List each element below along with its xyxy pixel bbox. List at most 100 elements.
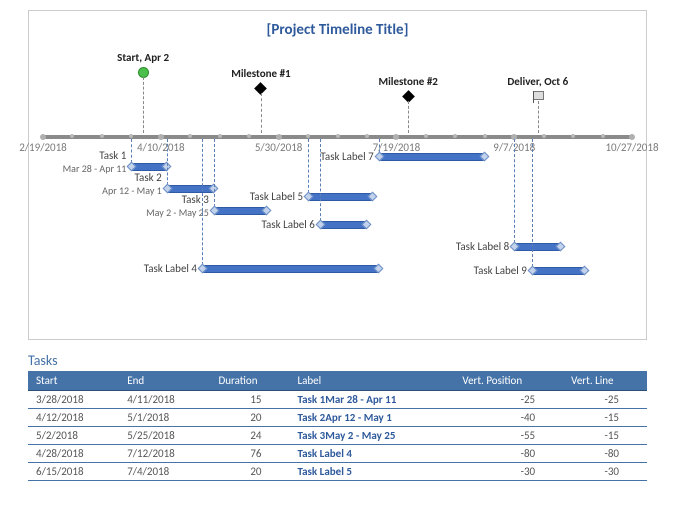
table-cell: 3/28/2018: [28, 391, 119, 409]
task-bar-label: Task Label 5: [218, 190, 303, 203]
table-header: Duration: [210, 371, 289, 391]
table-cell: 20: [210, 409, 289, 427]
task-connector: [131, 139, 132, 163]
task-connector: [202, 139, 203, 265]
table-header: Label: [289, 371, 454, 391]
milestone-label: Start, Apr 2: [93, 51, 193, 64]
task-bar-label: Task 3May 2 - May 25: [124, 193, 209, 219]
milestone: Deliver, Oct 6: [488, 75, 588, 103]
milestone-label: Deliver, Oct 6: [488, 75, 588, 88]
bar-cap-icon: [198, 264, 208, 274]
axis-tick: 7/19/2018: [366, 129, 426, 154]
task-bar-label: Task Label 8: [424, 240, 509, 253]
bar-cap-icon: [510, 242, 520, 252]
table-cell: Task Label 4: [289, 445, 454, 463]
table-cell: 76: [210, 445, 289, 463]
milestone-connector: [261, 93, 262, 133]
table-cell: 4/11/2018: [119, 391, 210, 409]
axis-tick-label: 4/10/2018: [137, 141, 185, 154]
task-bar: [308, 193, 373, 201]
task-name: Task Label 4: [144, 262, 197, 275]
table-cell: -55: [454, 427, 563, 445]
table-cell: 24: [210, 427, 289, 445]
bar-cap-icon: [315, 220, 325, 230]
table-cell: Task 3May 2 - May 25: [289, 427, 454, 445]
milestone-label: Milestone #2: [358, 75, 458, 88]
table-cell: -30: [454, 463, 563, 481]
table-header: Vert. Position: [454, 371, 563, 391]
task-bar-label: Task Label 7: [289, 150, 374, 163]
table-cell: -25: [454, 391, 563, 409]
table-cell: 6/15/2018: [28, 463, 119, 481]
table-header: Vert. Line: [563, 371, 647, 391]
milestone-connector: [538, 101, 539, 133]
milestone: Start, Apr 2: [93, 51, 193, 78]
axis-minor-tick: [336, 134, 340, 138]
task-connector: [167, 139, 168, 185]
milestone: Milestone #1: [211, 67, 311, 93]
task-bar-label: Task Label 6: [230, 218, 315, 231]
table-cell: -15: [563, 409, 647, 427]
task-name: Task Label 8: [456, 240, 509, 253]
bar-cap-icon: [579, 266, 589, 276]
task-bar: [202, 265, 379, 273]
table-cell: Task 1Mar 28 - Apr 11: [289, 391, 454, 409]
axis-minor-tick: [218, 134, 222, 138]
table-cell: 4/12/2018: [28, 409, 119, 427]
table-cell: 7/12/2018: [119, 445, 210, 463]
table-cell: Task 2Apr 12 - May 1: [289, 409, 454, 427]
task-name: Task 2: [135, 171, 162, 184]
task-bar-label: Task Label 4: [112, 262, 197, 275]
task-name: Task 3: [182, 193, 209, 206]
milestone-connector: [408, 101, 409, 133]
bar-cap-icon: [162, 184, 172, 194]
task-connector: [532, 139, 533, 267]
bar-cap-icon: [367, 192, 377, 202]
milestone: Milestone #2: [358, 75, 458, 101]
bar-cap-icon: [209, 206, 219, 216]
table-row: 5/2/20185/25/201824Task 3May 2 - May 25-…: [28, 427, 647, 445]
task-name: Task Label 5: [250, 190, 303, 203]
timeline-chart-card: [Project Timeline Title] 2/19/20184/10/2…: [28, 10, 647, 340]
task-connector: [308, 139, 309, 193]
bar-cap-icon: [373, 264, 383, 274]
task-bar-label: Task Label 9: [442, 264, 527, 277]
bar-cap-icon: [127, 162, 137, 172]
task-name: Task Label 9: [474, 264, 527, 277]
table-cell: 15: [210, 391, 289, 409]
table-cell: -40: [454, 409, 563, 427]
table-cell: 5/2/2018: [28, 427, 119, 445]
task-bar: [514, 243, 561, 251]
table-row: 4/12/20185/1/201820Task 2Apr 12 - May 1-…: [28, 409, 647, 427]
task-bar: [320, 221, 367, 229]
table-cell: -15: [563, 427, 647, 445]
axis-tick: 4/10/2018: [131, 129, 191, 154]
table-header: End: [119, 371, 210, 391]
task-connector: [214, 139, 215, 207]
task-bar: [532, 267, 585, 275]
task-connector: [514, 139, 515, 243]
timeline-chart: 2/19/20184/10/20185/30/20187/19/20189/7/…: [43, 45, 632, 325]
bar-cap-icon: [556, 242, 566, 252]
chart-title: [Project Timeline Title]: [43, 21, 632, 39]
table-row: 4/28/20187/12/201876Task Label 4-80-80: [28, 445, 647, 463]
axis-tick-label: 10/27/2018: [605, 141, 658, 154]
table-cell: 7/4/2018: [119, 463, 210, 481]
tasks-table: StartEndDurationLabelVert. PositionVert.…: [28, 371, 647, 481]
table-cell: 4/28/2018: [28, 445, 119, 463]
milestone-label: Milestone #1: [211, 67, 311, 80]
table-row: 3/28/20184/11/201815Task 1Mar 28 - Apr 1…: [28, 391, 647, 409]
table-cell: -80: [454, 445, 563, 463]
task-bar: [167, 185, 214, 193]
task-dates: May 2 - May 25: [124, 206, 209, 219]
table-cell: 20: [210, 463, 289, 481]
table-row: 6/15/20187/4/201820Task Label 5-30-30: [28, 463, 647, 481]
axis-tick: 10/27/2018: [602, 129, 662, 154]
bar-cap-icon: [261, 206, 271, 216]
axis-minor-tick: [100, 134, 104, 138]
table-cell: 5/1/2018: [119, 409, 210, 427]
task-bar: [131, 163, 166, 171]
task-bar: [379, 153, 485, 161]
milestone-connector: [143, 77, 144, 133]
table-header: Start: [28, 371, 119, 391]
